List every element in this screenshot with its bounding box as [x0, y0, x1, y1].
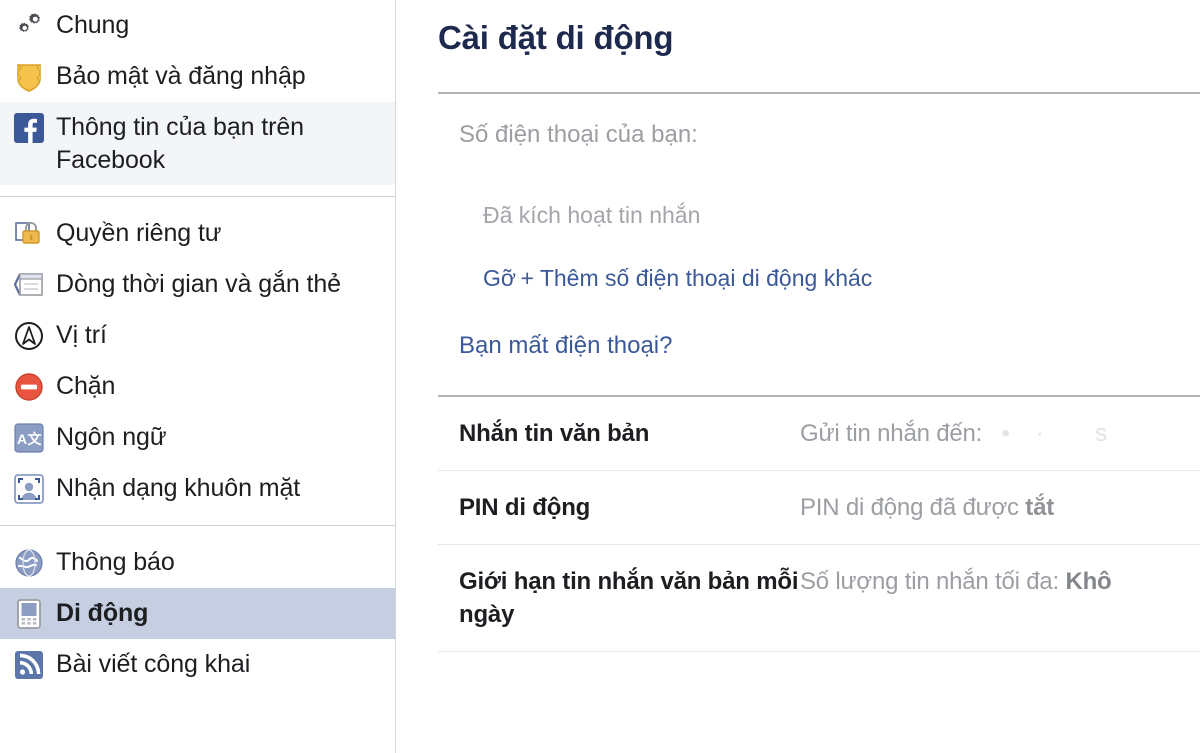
sidebar-item-quyen-rieng-tu[interactable]: Quyền riêng tư: [0, 208, 395, 259]
sidebar-divider: [0, 196, 395, 197]
block-icon: [12, 370, 46, 404]
sidebar-item-di-dong[interactable]: Di động: [0, 588, 395, 639]
row-value-emphasis: tắt: [1025, 494, 1055, 521]
settings-table: Nhắn tin văn bản Gửi tin nhắn đến: • · s…: [438, 397, 1200, 652]
timeline-tag-icon: [12, 268, 46, 302]
sidebar-item-chan[interactable]: Chặn: [0, 361, 395, 412]
face-recognition-icon: [12, 472, 46, 506]
table-row[interactable]: PIN di động PIN di động đã được tắt: [438, 471, 1200, 545]
row-value: PIN di động đã được tắt: [800, 491, 1054, 524]
sidebar-item-label: Chặn: [56, 372, 116, 400]
sidebar-item-label: Di động: [56, 599, 149, 627]
settings-screen: Chung Bảo mật và đăng nhập Thông tin của…: [0, 0, 1200, 753]
row-label: Giới hạn tin nhắn văn bản mỗi ngày: [459, 568, 799, 628]
gears-icon: [12, 9, 46, 43]
row-label: PIN di động: [459, 494, 591, 521]
sidebar-item-bao-mat-va-dang-nhap[interactable]: Bảo mật và đăng nhập: [0, 51, 395, 102]
remove-phone-link[interactable]: Gỡ: [483, 263, 516, 293]
sidebar-item-label: Ngôn ngữ: [56, 423, 167, 451]
sidebar-item-chung[interactable]: Chung: [0, 0, 395, 51]
location-compass-icon: [12, 319, 46, 353]
phone-status-text: Đã kích hoạt tin nhắn: [483, 202, 701, 228]
table-row[interactable]: Nhắn tin văn bản Gửi tin nhắn đến: • · s: [438, 397, 1200, 471]
globe-notification-icon: [12, 546, 46, 580]
sidebar-item-label: Thông báo: [56, 548, 175, 576]
facebook-logo-icon: [12, 111, 46, 145]
sidebar-item-label: Bài viết công khai: [56, 650, 251, 678]
row-value-prefix: Gửi tin nhắn đến:: [800, 420, 983, 447]
padlock-icon: [12, 217, 46, 251]
row-value-masked: • · s: [982, 420, 1108, 447]
your-phone-label: Số điện thoại của bạn:: [459, 121, 698, 148]
svg-text:A: A: [17, 431, 27, 447]
svg-text:文: 文: [28, 431, 43, 448]
sidebar-item-dong-thoi-gian-va-gan-the[interactable]: Dòng thời gian và gắn thẻ: [0, 259, 395, 310]
sidebar-item-label: Nhận dạng khuôn mặt: [56, 474, 301, 502]
page-title: Cài đặt di động: [438, 19, 674, 56]
lost-phone-link[interactable]: Bạn mất điện thoại?: [459, 331, 672, 361]
add-another-phone-link[interactable]: + Thêm số điện thoại di động khác: [520, 263, 872, 293]
mobile-settings-panel: Cài đặt di động Số điện thoại của bạn: Đ…: [396, 0, 1200, 753]
sidebar-item-thong-bao[interactable]: Thông báo: [0, 537, 395, 588]
sidebar-item-bai-viet-cong-khai[interactable]: Bài viết công khai: [0, 639, 395, 690]
sidebar-group-privacy: Quyền riêng tư Dòng thời gian và gắn thẻ: [0, 208, 395, 514]
sidebar-item-ngon-ngu[interactable]: A 文 Ngôn ngữ: [0, 412, 395, 463]
phone-section: Số điện thoại của bạn: Đã kích hoạt tin …: [438, 94, 1200, 361]
sidebar-item-label: Dòng thời gian và gắn thẻ: [56, 270, 341, 298]
row-label: Nhắn tin văn bản: [459, 420, 650, 447]
row-value-prefix: Số lượng tin nhắn tối đa:: [800, 568, 1059, 595]
sidebar-item-label: Chung: [56, 11, 130, 39]
sidebar-group-account: Chung Bảo mật và đăng nhập Thông tin của…: [0, 0, 395, 185]
sidebar-item-vi-tri[interactable]: Vị trí: [0, 310, 395, 361]
sidebar-item-label: Thông tin của bạn trên Facebook: [56, 113, 304, 174]
mobile-phone-icon: [12, 597, 46, 631]
shield-badge-icon: [12, 60, 46, 94]
sidebar-item-thong-tin-cua-ban-tren-facebook[interactable]: Thông tin của bạn trên Facebook: [0, 102, 395, 185]
row-value: Số lượng tin nhắn tối đa: Khô: [800, 565, 1112, 598]
sidebar-group-notifications: Thông báo Di động Bài viết công khai: [0, 537, 395, 690]
sidebar-divider: [0, 525, 395, 526]
rss-feed-icon: [12, 648, 46, 682]
table-row[interactable]: Giới hạn tin nhắn văn bản mỗi ngày Số lư…: [438, 545, 1200, 652]
sidebar-item-label: Vị trí: [56, 321, 107, 349]
row-value-prefix: PIN di động đã được: [800, 494, 1019, 521]
phone-entry: Đã kích hoạt tin nhắn Gỡ + Thêm số điện …: [438, 150, 1200, 293]
language-translate-icon: A 文: [12, 421, 46, 455]
sidebar-item-label: Quyền riêng tư: [56, 219, 222, 247]
row-value: Gửi tin nhắn đến: • · s: [800, 417, 1107, 450]
row-value-emphasis: Khô: [1065, 568, 1112, 595]
sidebar-item-nhan-dang-khuon-mat[interactable]: Nhận dạng khuôn mặt: [0, 463, 395, 514]
sidebar-item-label: Bảo mật và đăng nhập: [56, 62, 306, 90]
settings-sidebar: Chung Bảo mật và đăng nhập Thông tin của…: [0, 0, 396, 753]
